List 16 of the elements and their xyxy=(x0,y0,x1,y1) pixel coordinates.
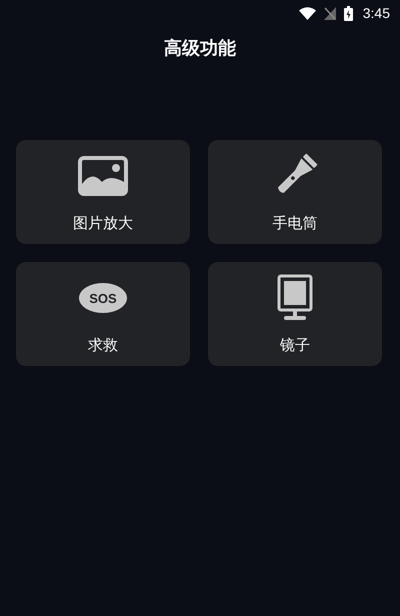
feature-tile[interactable]: SOS 求救 xyxy=(16,262,190,366)
feature-tile[interactable]: 图片放大 xyxy=(16,140,190,244)
feature-tile[interactable]: 镜子 xyxy=(208,262,382,366)
tile-label: 手电筒 xyxy=(272,214,318,233)
feature-tile[interactable]: 手电筒 xyxy=(208,140,382,244)
clock-time: 3:45 xyxy=(362,5,390,21)
no-signal-icon xyxy=(324,6,336,20)
mirror-icon xyxy=(275,274,315,322)
picture-frame-icon xyxy=(78,156,128,196)
page-title: 高级功能 xyxy=(164,37,236,61)
tile-label: 镜子 xyxy=(280,336,310,355)
tile-label: 图片放大 xyxy=(73,214,133,233)
tile-label: 求救 xyxy=(88,336,118,355)
wifi-icon xyxy=(298,6,316,20)
battery-charging-icon xyxy=(344,6,353,20)
sos-icon: SOS xyxy=(79,283,127,313)
